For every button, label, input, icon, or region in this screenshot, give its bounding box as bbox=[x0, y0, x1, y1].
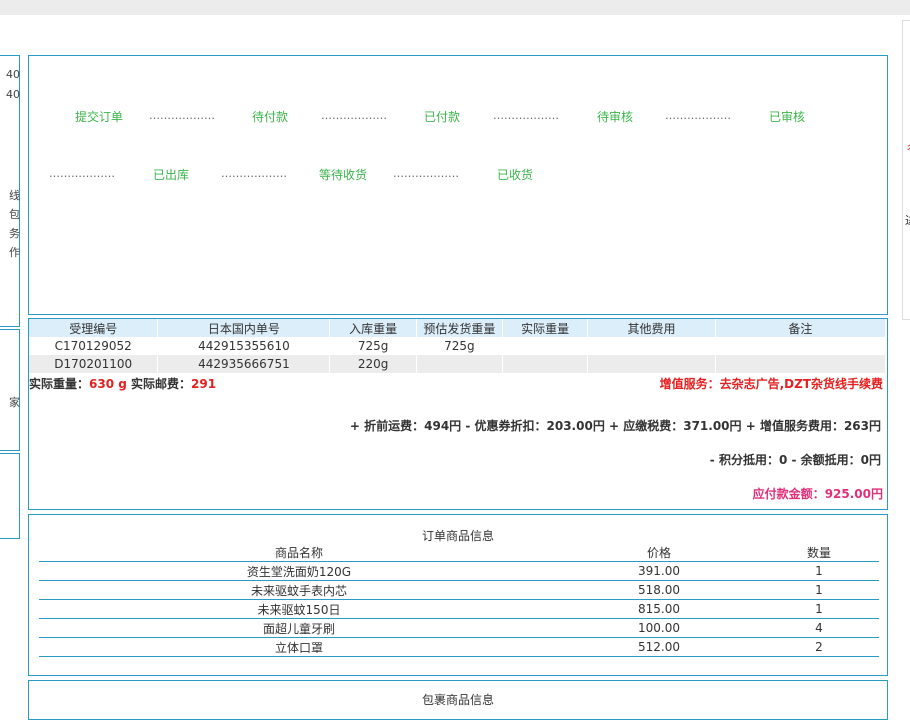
left-sidebar-text: 40 bbox=[6, 68, 20, 81]
left-sidebar-text: 线 bbox=[9, 189, 20, 202]
status-separator: ……………… bbox=[149, 109, 215, 122]
other-fees bbox=[587, 337, 716, 355]
left-sidebar-text: 40 bbox=[6, 88, 20, 101]
remarks bbox=[715, 337, 887, 355]
estimated-weight bbox=[416, 355, 504, 373]
deduction-line: - 积分抵用：0 - 余额抵用：0円 bbox=[709, 453, 881, 467]
weight-postage-summary: 实际重量：630 g 实际邮费：291 bbox=[29, 375, 216, 392]
column-header: 数量 bbox=[759, 543, 879, 562]
actual-weight bbox=[502, 337, 589, 355]
product-price: 512.00 bbox=[559, 637, 759, 657]
estimated-weight: 725g bbox=[416, 337, 504, 355]
domestic-tracking-number: 442915355610 bbox=[157, 337, 331, 355]
status-separator: ……………… bbox=[665, 109, 731, 122]
status-step-submit-order: 提交订单 bbox=[75, 110, 124, 124]
value-added-label: 增值服务： bbox=[659, 377, 720, 391]
product-price: 391.00 bbox=[559, 561, 759, 581]
column-header: 实际重量 bbox=[502, 319, 589, 337]
value-added-value: 去杂志广告,DZT杂货线手续费 bbox=[719, 377, 883, 391]
value-added-services: 增值服务：去杂志广告,DZT杂货线手续费 bbox=[660, 375, 883, 392]
column-header: 预估发货重量 bbox=[416, 319, 504, 337]
status-step-pending-review: 待审核 bbox=[597, 110, 634, 124]
status-step-shipped: 已出库 bbox=[153, 168, 190, 182]
order-status-panel: 提交订单 ……………… 待付款 ……………… 已付款 ……………… 待审核 ……… bbox=[28, 55, 888, 315]
product-price: 815.00 bbox=[559, 599, 759, 619]
status-separator: ……………… bbox=[393, 167, 459, 180]
left-sidebar-text: 作 bbox=[9, 246, 20, 259]
left-sidebar-text: 务 bbox=[9, 227, 20, 240]
browser-top-bar bbox=[0, 0, 910, 15]
product-quantity: 4 bbox=[759, 618, 879, 638]
domestic-tracking-number: 442935666751 bbox=[157, 355, 331, 373]
parcel-goods-section-title: 包裹商品信息 bbox=[421, 693, 494, 707]
column-header: 其他费用 bbox=[587, 319, 716, 337]
column-header: 入库重量 bbox=[329, 319, 417, 337]
status-step-awaiting-payment: 待付款 bbox=[252, 110, 289, 124]
actual-weight bbox=[502, 355, 589, 373]
amount-due-value: 925.00円 bbox=[824, 487, 883, 501]
inbound-weight: 725g bbox=[329, 337, 417, 355]
product-quantity: 2 bbox=[759, 637, 879, 657]
parcel-id: D170201100 bbox=[29, 355, 159, 373]
amount-due-label: 应付款金额： bbox=[752, 487, 825, 501]
left-sidebar-panel-2 bbox=[0, 329, 20, 451]
column-header: 价格 bbox=[559, 543, 759, 562]
table-row: 立体口罩 512.00 2 bbox=[39, 637, 879, 657]
left-sidebar-text: 包 bbox=[9, 208, 20, 221]
parcel-table-header: 受理编号 日本国内单号 入库重量 预估发货重量 实际重量 其他费用 备注 bbox=[29, 319, 887, 337]
product-quantity: 1 bbox=[759, 561, 879, 581]
goods-section-title: 订单商品信息 bbox=[421, 529, 494, 543]
product-name: 未来驱蚊手表内芯 bbox=[39, 580, 559, 600]
product-quantity: 1 bbox=[759, 580, 879, 600]
goods-table: 商品名称 价格 数量 资生堂洗面奶120G 391.00 1 未来驱蚊手表内芯 … bbox=[39, 543, 879, 657]
left-sidebar-text: 家 bbox=[9, 396, 20, 409]
product-quantity: 1 bbox=[759, 599, 879, 619]
goods-table-header: 商品名称 价格 数量 bbox=[39, 543, 879, 562]
column-header: 备注 bbox=[715, 319, 887, 337]
amount-due: 应付款金额：925.00円 bbox=[753, 485, 883, 502]
table-row: 未来驱蚊150日 815.00 1 bbox=[39, 599, 879, 619]
actual-postage-value: 291 bbox=[191, 377, 217, 391]
parcel-goods-panel: 包裹商品信息 bbox=[28, 680, 888, 720]
status-step-reviewed: 已审核 bbox=[769, 110, 806, 124]
parcel-id: C170129052 bbox=[29, 337, 159, 355]
right-sidebar-text: 彳 bbox=[905, 140, 910, 156]
product-name: 面超儿童牙刷 bbox=[39, 618, 559, 638]
other-fees bbox=[587, 355, 716, 373]
column-header: 日本国内单号 bbox=[157, 319, 331, 337]
table-row: 面超儿童牙刷 100.00 4 bbox=[39, 618, 879, 638]
status-separator: ……………… bbox=[49, 167, 115, 180]
table-row: D170201100 442935666751 220g bbox=[29, 355, 887, 373]
table-row: 未来驱蚊手表内芯 518.00 1 bbox=[39, 580, 879, 600]
actual-weight-value: 630 g bbox=[89, 377, 127, 391]
product-name: 资生堂洗面奶120G bbox=[39, 561, 559, 581]
table-row: C170129052 442915355610 725g 725g bbox=[29, 337, 887, 355]
remarks bbox=[715, 355, 887, 373]
fee-breakdown-line: + 折前运费：494円 - 优惠券折扣：203.00円 + 应缴税费：371.0… bbox=[349, 419, 881, 433]
status-separator: ……………… bbox=[221, 167, 287, 180]
right-sidebar-panel bbox=[902, 20, 910, 320]
actual-postage-label: 实际邮费： bbox=[131, 377, 192, 391]
product-price: 518.00 bbox=[559, 580, 759, 600]
parcel-table: 受理编号 日本国内单号 入库重量 预估发货重量 实际重量 其他费用 备注 C17… bbox=[29, 319, 887, 373]
status-separator: ……………… bbox=[321, 109, 387, 122]
left-sidebar-panel-3 bbox=[0, 453, 20, 539]
status-step-paid: 已付款 bbox=[424, 110, 461, 124]
product-price: 100.00 bbox=[559, 618, 759, 638]
product-name: 未来驱蚊150日 bbox=[39, 599, 559, 619]
right-sidebar-text: 进 bbox=[905, 212, 910, 228]
product-name: 立体口罩 bbox=[39, 637, 559, 657]
status-step-awaiting-receipt: 等待收货 bbox=[319, 168, 368, 182]
status-step-received: 已收货 bbox=[497, 168, 534, 182]
column-header: 受理编号 bbox=[29, 319, 159, 337]
inbound-weight: 220g bbox=[329, 355, 417, 373]
order-goods-panel: 订单商品信息 商品名称 价格 数量 资生堂洗面奶120G 391.00 1 未来… bbox=[28, 514, 888, 676]
status-separator: ……………… bbox=[493, 109, 559, 122]
table-row: 资生堂洗面奶120G 391.00 1 bbox=[39, 561, 879, 581]
actual-weight-label: 实际重量： bbox=[29, 377, 90, 391]
column-header: 商品名称 bbox=[39, 543, 559, 562]
parcel-info-panel: 受理编号 日本国内单号 入库重量 预估发货重量 实际重量 其他费用 备注 C17… bbox=[28, 318, 888, 510]
